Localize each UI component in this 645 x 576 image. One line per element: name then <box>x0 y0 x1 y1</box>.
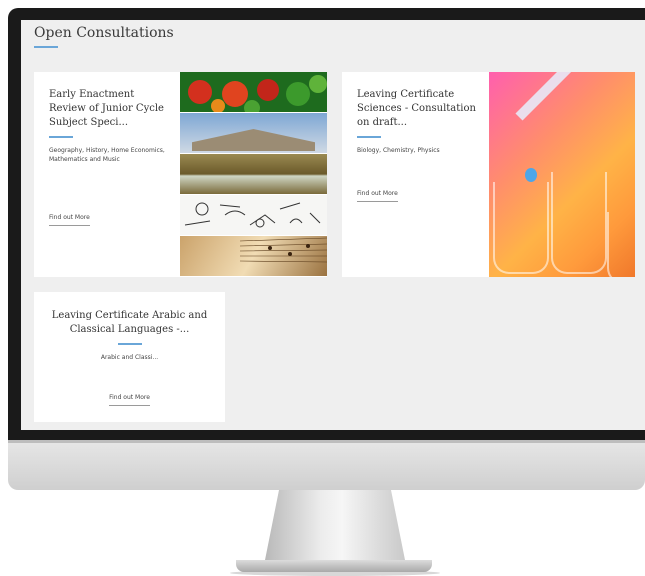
find-out-more-link[interactable]: Find out More <box>109 394 150 406</box>
pipette-graphic <box>515 72 608 121</box>
landscape-image <box>180 154 327 194</box>
monitor-chin <box>8 440 645 490</box>
consultation-card-sciences[interactable]: Leaving Certificate Sciences - Consultat… <box>342 72 635 277</box>
page-title: Open Consultations <box>34 25 174 41</box>
monitor-stand-base <box>236 560 432 572</box>
test-tubes-image <box>489 72 635 277</box>
monitor-chin-edge <box>8 440 645 443</box>
maths-scribble <box>184 202 321 228</box>
card-subjects: Geography, History, Home Economics, Math… <box>49 147 165 163</box>
card-subjects: Biology, Chemistry, Physics <box>357 147 440 154</box>
find-out-more-link[interactable]: Find out More <box>49 214 90 226</box>
find-out-more-link[interactable]: Find out More <box>357 190 398 202</box>
vegetables-image <box>180 72 327 112</box>
card-title-rule <box>357 136 381 138</box>
card-title-rule <box>117 343 142 345</box>
historic-building-image <box>180 113 327 153</box>
card-title[interactable]: Leaving Certificate Arabic and Classical… <box>44 309 215 337</box>
maths-notes-image <box>180 195 327 235</box>
title-underline <box>34 46 58 48</box>
card-subjects: Arabic and Classi... <box>100 354 159 361</box>
consultation-card-arabic-classical[interactable]: Leaving Certificate Arabic and Classical… <box>34 292 225 422</box>
droplet-graphic <box>525 168 537 182</box>
card-title[interactable]: Leaving Certificate Sciences - Consultat… <box>357 88 482 130</box>
music-lines <box>239 237 327 263</box>
consultation-card-junior-cycle[interactable]: Early Enactment Review of Junior Cycle S… <box>34 72 327 277</box>
sheet-music-image <box>180 236 327 276</box>
card-title[interactable]: Early Enactment Review of Junior Cycle S… <box>49 88 169 130</box>
monitor-stand-neck <box>265 490 405 560</box>
vegetables-illustration <box>188 75 327 112</box>
card-title-rule <box>49 136 73 138</box>
subject-image-collage <box>180 72 327 277</box>
screen: Open Consultations Early Enactment Revie… <box>21 20 645 430</box>
